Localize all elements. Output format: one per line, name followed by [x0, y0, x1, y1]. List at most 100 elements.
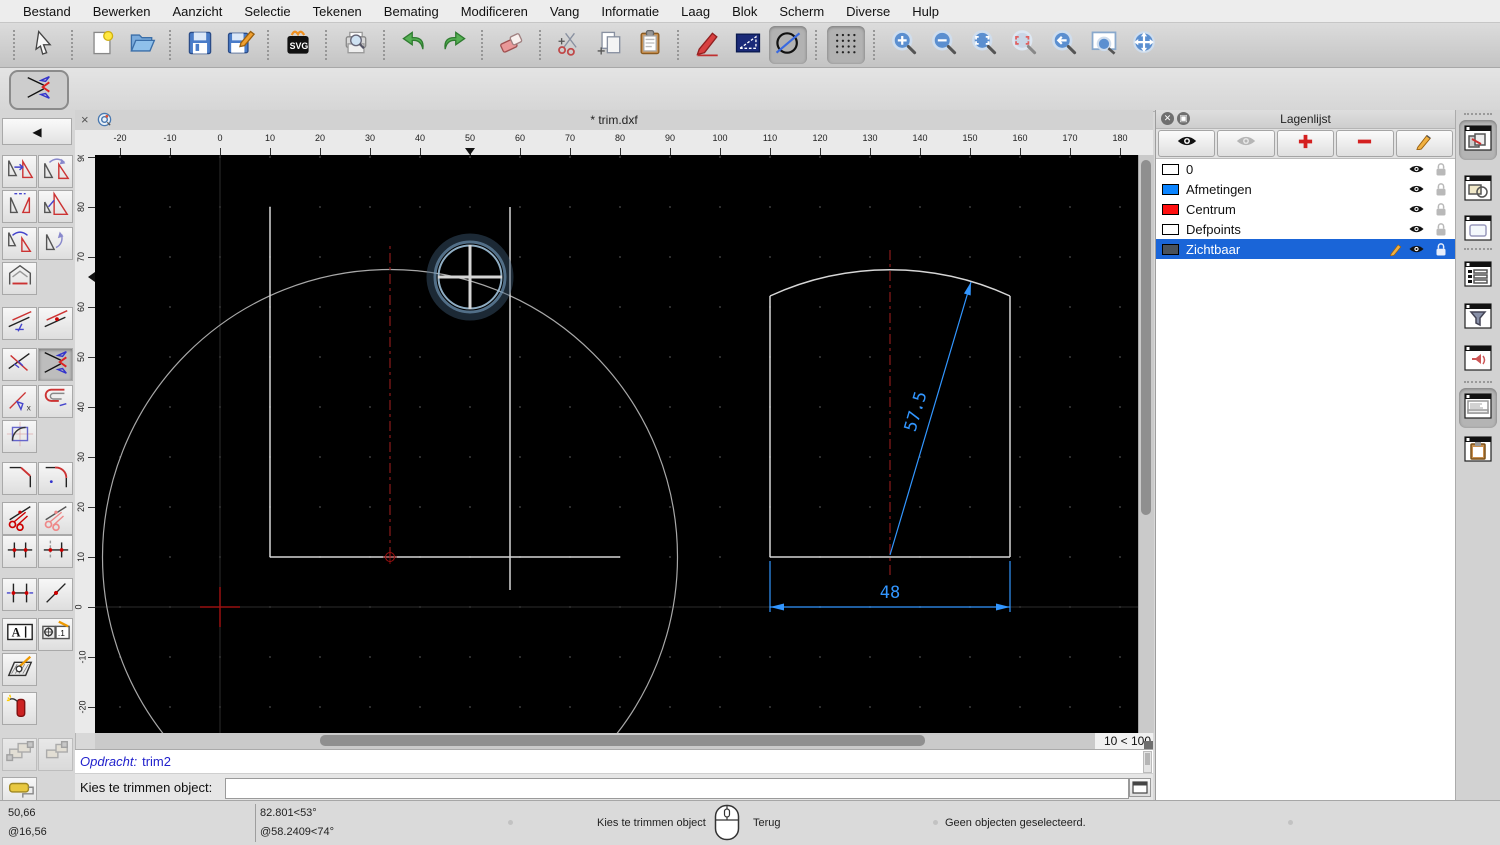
layer-row-defpoints[interactable]: Defpoints — [1156, 219, 1455, 239]
edit-layer-button[interactable] — [1395, 130, 1454, 157]
mod-divide-button[interactable] — [2, 535, 37, 568]
menu-item-modificeren[interactable]: Modificeren — [450, 4, 539, 19]
block-list-window-button[interactable] — [1459, 170, 1497, 210]
eraser-button[interactable] — [493, 26, 531, 64]
layer-list-window-button[interactable] — [1459, 120, 1497, 160]
cut-button[interactable] — [551, 26, 589, 64]
mod-move-button[interactable] — [2, 155, 37, 188]
menu-item-bemating[interactable]: Bemating — [373, 4, 450, 19]
save-as-button[interactable] — [221, 26, 259, 64]
layer-visibility-eye-icon[interactable] — [1408, 184, 1425, 194]
layer-visibility-eye-icon[interactable] — [1408, 224, 1425, 234]
mod-block1-button[interactable] — [2, 738, 37, 771]
filter-window-button[interactable] — [1459, 298, 1497, 338]
command-window-button[interactable] — [1459, 388, 1497, 428]
view-window-button[interactable] — [1459, 210, 1497, 250]
panel-close-icon[interactable]: ✕ — [1161, 112, 1174, 125]
drawing-canvas[interactable]: 57.5 48 — [95, 155, 1138, 845]
mod-offset-t-button[interactable] — [2, 307, 37, 340]
mod-trim-button[interactable] — [2, 348, 37, 381]
layer-lock-icon[interactable] — [1435, 162, 1447, 177]
command-history-scrollbar[interactable] — [1143, 751, 1152, 773]
menu-item-scherm[interactable]: Scherm — [768, 4, 835, 19]
print-preview-button[interactable] — [337, 26, 375, 64]
open-file-button[interactable] — [123, 26, 161, 64]
menu-item-hulp[interactable]: Hulp — [901, 4, 950, 19]
menu-item-selectie[interactable]: Selectie — [233, 4, 301, 19]
mod-arcbox-button[interactable] — [2, 420, 37, 453]
layer-visibility-eye-icon[interactable] — [1408, 244, 1425, 254]
zoom-auto-button[interactable] — [965, 26, 1003, 64]
svg-export-button[interactable]: SVG — [279, 26, 317, 64]
horizontal-scrollbar[interactable] — [95, 733, 1095, 749]
layer-edit-pencil-icon[interactable] — [1389, 242, 1403, 256]
undo-button[interactable] — [395, 26, 433, 64]
mod-scale-button[interactable] — [38, 190, 73, 223]
mod-divide2-button[interactable] — [38, 535, 73, 568]
mod-block2-button[interactable] — [38, 738, 73, 771]
menu-item-vang[interactable]: Vang — [539, 4, 590, 19]
cad-drawing[interactable]: 57.5 48 — [95, 155, 1138, 845]
save-button[interactable] — [181, 26, 219, 64]
mod-hatch-edit-button[interactable] — [2, 653, 37, 686]
layer-row-afmetingen[interactable]: Afmetingen — [1156, 179, 1455, 199]
mod-trim2-button[interactable] — [38, 348, 73, 381]
layer-lock-icon[interactable] — [1435, 182, 1447, 197]
command-input[interactable] — [225, 778, 1129, 799]
zoom-selection-button[interactable] — [1005, 26, 1043, 64]
menu-item-aanzicht[interactable]: Aanzicht — [162, 4, 234, 19]
layer-lock-icon[interactable] — [1435, 242, 1447, 257]
mod-cut2-button[interactable] — [38, 502, 73, 535]
palette-back-button[interactable]: ◀ — [2, 118, 72, 145]
zoom-out-button[interactable] — [925, 26, 963, 64]
edit-pencil-button[interactable] — [689, 26, 727, 64]
layer-lock-icon[interactable] — [1435, 202, 1447, 217]
trim-circle-button[interactable] — [769, 26, 807, 64]
mod-fillet-button[interactable] — [38, 462, 73, 495]
horizontal-scrollbar-thumb[interactable] — [320, 735, 925, 746]
menu-item-tekenen[interactable]: Tekenen — [302, 4, 373, 19]
layer-visibility-eye-icon[interactable] — [1408, 164, 1425, 174]
panel-float-icon[interactable]: ▣ — [1177, 112, 1190, 125]
mod-trimhouse-button[interactable] — [2, 262, 37, 295]
command-options-button[interactable] — [1129, 778, 1151, 797]
grid-button[interactable] — [827, 26, 865, 64]
remove-layer-button[interactable] — [1336, 130, 1394, 157]
mod-break-button[interactable] — [38, 578, 73, 611]
pointer-button[interactable] — [25, 26, 63, 64]
library-window-button[interactable] — [1459, 340, 1497, 380]
mod-offset-dot-button[interactable] — [38, 307, 73, 340]
list-window-button[interactable] — [1459, 256, 1497, 296]
layer-lock-icon[interactable] — [1435, 222, 1447, 237]
menu-item-bewerken[interactable]: Bewerken — [82, 4, 162, 19]
layer-row-zichtbaar[interactable]: Zichtbaar — [1156, 239, 1455, 259]
add-layer-button[interactable] — [1276, 130, 1335, 157]
menu-item-laag[interactable]: Laag — [670, 4, 721, 19]
layer-row-centrum[interactable]: Centrum — [1156, 199, 1455, 219]
new-file-button[interactable] — [83, 26, 121, 64]
paste-button[interactable] — [631, 26, 669, 64]
mod-offset-u-button[interactable] — [38, 385, 73, 418]
zoom-window-button[interactable] — [1085, 26, 1123, 64]
menu-item-informatie[interactable]: Informatie — [590, 4, 670, 19]
mod-dim-edit-button[interactable]: .1 — [38, 618, 73, 651]
layer-row-0[interactable]: 0 — [1156, 159, 1455, 179]
menu-item-bestand[interactable]: Bestand — [12, 4, 82, 19]
layer-visibility-eye-icon[interactable] — [1408, 204, 1425, 214]
mod-chamfer-button[interactable] — [2, 462, 37, 495]
mod-roller-button[interactable] — [2, 777, 37, 800]
selection-rect-button[interactable] — [729, 26, 767, 64]
menu-item-diverse[interactable]: Diverse — [835, 4, 901, 19]
mod-rotate-button[interactable] — [38, 155, 73, 188]
menu-item-blok[interactable]: Blok — [721, 4, 768, 19]
vertical-scrollbar-thumb[interactable] — [1141, 160, 1151, 515]
mod-cut-button[interactable] — [2, 502, 37, 535]
hide-all-layers-button[interactable] — [1217, 130, 1275, 157]
show-all-layers-button[interactable] — [1158, 130, 1216, 157]
mod-stretch-button[interactable] — [2, 578, 37, 611]
mod-moverotate-button[interactable] — [2, 227, 37, 260]
copy-button[interactable] — [591, 26, 629, 64]
zoom-previous-button[interactable] — [1045, 26, 1083, 64]
mod-lengthen-button[interactable]: x — [2, 385, 37, 418]
clipboard-window-button[interactable] — [1459, 431, 1497, 471]
